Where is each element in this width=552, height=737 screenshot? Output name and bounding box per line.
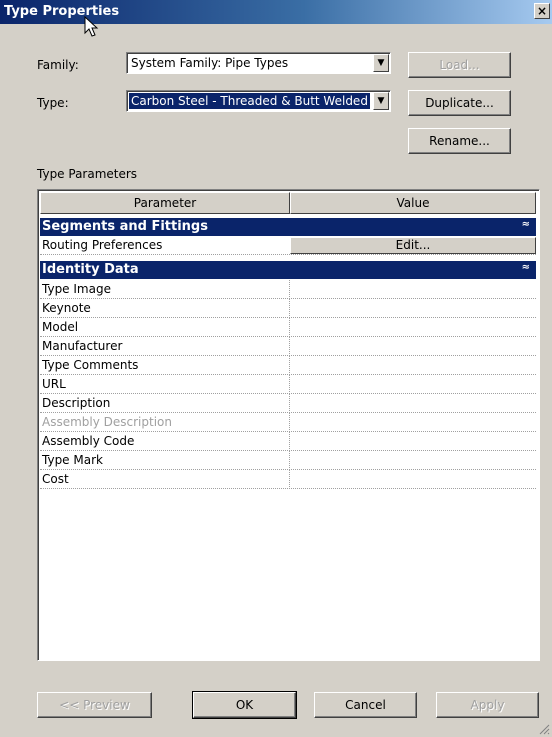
column-divider [289,413,290,432]
parameters-grid[interactable]: Parameter Value Segments and Fittings ≈ … [37,189,540,661]
column-divider [289,299,290,318]
column-divider [289,470,290,489]
parameter-name: Cost [42,472,69,486]
parameter-row-url[interactable]: URL [40,375,536,394]
group-label: Identity Data [42,262,139,277]
parameter-name: Model [42,320,79,334]
parameter-name: Description [42,396,111,410]
chevron-down-icon[interactable]: ▼ [373,54,389,72]
parameter-name: Type Mark [42,453,103,467]
column-divider [289,337,290,356]
parameter-row-type-image[interactable]: Type Image [40,280,536,299]
parameter-name: Manufacturer [42,339,123,353]
ok-button[interactable]: OK [192,691,297,719]
close-icon: × [536,4,548,18]
column-divider [289,318,290,337]
collapse-icon[interactable]: ≈ [522,262,530,273]
parameter-name: Type Image [42,282,111,296]
duplicate-button[interactable]: Duplicate... [408,90,511,116]
window-title: Type Properties [4,4,120,19]
rename-button[interactable]: Rename... [408,128,511,154]
family-label: Family: [37,58,79,72]
column-divider [289,280,290,299]
group-segments-and-fittings[interactable]: Segments and Fittings ≈ [40,218,536,236]
apply-button[interactable]: Apply [436,692,539,718]
parameter-name: URL [42,377,66,391]
parameter-column-header[interactable]: Parameter [40,192,290,214]
parameter-row-type-comments[interactable]: Type Comments [40,356,536,375]
column-divider [289,432,290,451]
type-parameters-label: Type Parameters [37,167,138,181]
collapse-icon[interactable]: ≈ [522,219,530,230]
parameter-row-description[interactable]: Description [40,394,536,413]
column-divider [289,394,290,413]
parameter-name: Assembly Description [42,415,172,429]
parameter-name: Keynote [42,301,91,315]
group-label: Segments and Fittings [42,219,208,234]
preview-button[interactable]: << Preview [37,692,152,718]
group-identity-data[interactable]: Identity Data ≈ [40,261,536,279]
title-bar[interactable]: Type Properties × [0,0,552,24]
mouse-cursor-icon [84,16,99,37]
resize-grip-icon[interactable] [538,723,550,735]
type-label: Type: [37,96,69,110]
parameter-row-type-mark[interactable]: Type Mark [40,451,536,470]
value-column-header[interactable]: Value [290,192,536,214]
column-divider [289,375,290,394]
chevron-down-icon[interactable]: ▼ [373,92,389,110]
parameter-name: Routing Preferences [42,238,163,252]
edit-routing-preferences-button[interactable]: Edit... [290,237,536,254]
parameter-name: Assembly Code [42,434,135,448]
parameter-row-model[interactable]: Model [40,318,536,337]
parameter-row-assembly-code[interactable]: Assembly Code [40,432,536,451]
column-divider [289,451,290,470]
type-dropdown[interactable]: Carbon Steel - Threaded & Butt Welded ▼ [126,90,391,112]
close-button[interactable]: × [534,3,550,19]
load-button[interactable]: Load... [408,52,511,78]
parameter-row-cost[interactable]: Cost [40,470,536,489]
type-value: Carbon Steel - Threaded & Butt Welded [129,93,370,109]
cancel-button[interactable]: Cancel [314,692,417,718]
parameter-name: Type Comments [42,358,139,372]
family-value: System Family: Pipe Types [131,56,289,70]
parameter-row-manufacturer[interactable]: Manufacturer [40,337,536,356]
column-divider [289,356,290,375]
parameter-row-keynote[interactable]: Keynote [40,299,536,318]
parameter-row-assembly-description: Assembly Description [40,413,536,432]
parameter-row-routing-preferences[interactable]: Routing Preferences Edit... [40,236,536,255]
family-dropdown[interactable]: System Family: Pipe Types ▼ [126,52,391,74]
